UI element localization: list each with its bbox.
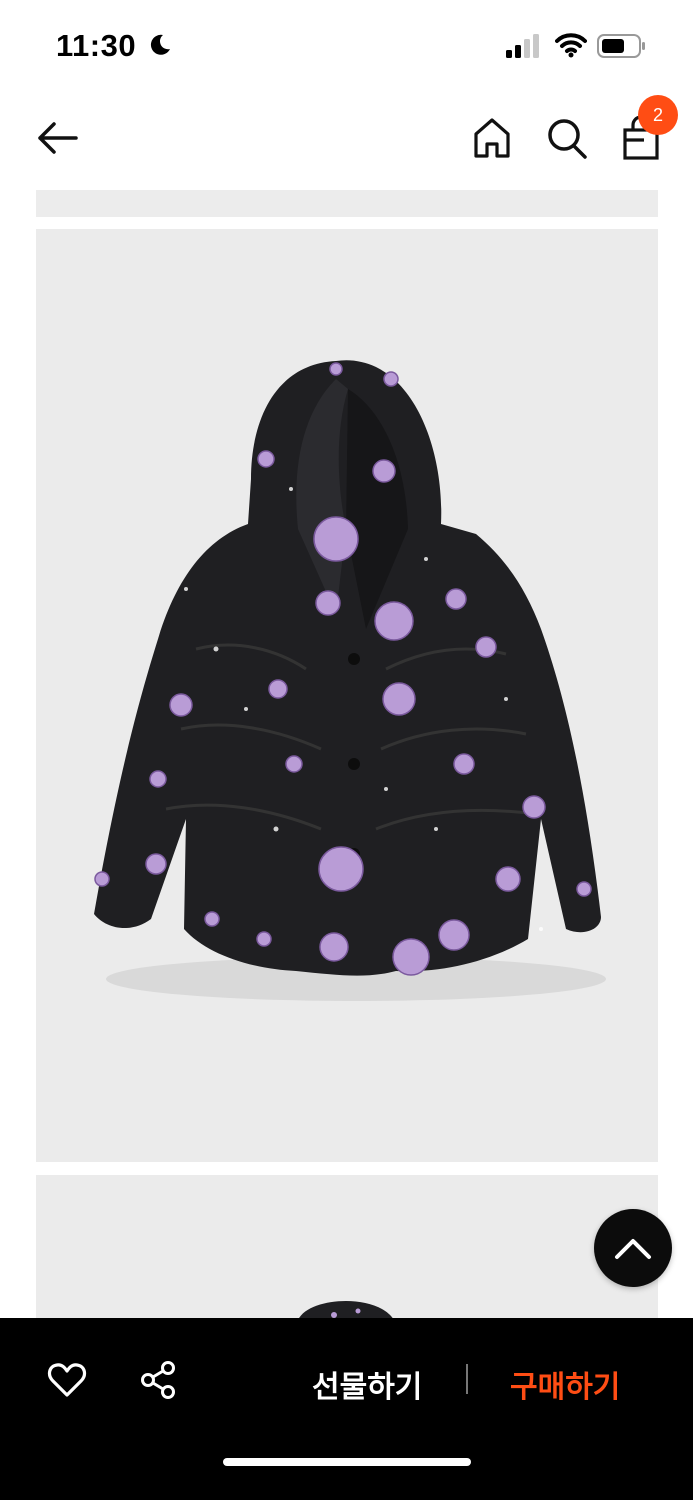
scroll-to-top-button[interactable] — [594, 1209, 672, 1287]
next-image-preview — [298, 1301, 394, 1320]
chevron-up-icon — [615, 1239, 651, 1259]
home-indicator[interactable] — [223, 1458, 471, 1466]
action-divider — [466, 1364, 468, 1394]
puffer-jacket-illustration — [94, 360, 606, 1001]
buy-button[interactable]: 구매하기 — [510, 1362, 620, 1406]
status-time: 11:30 — [56, 28, 137, 63]
battery-icon — [597, 34, 645, 58]
previous-image-strip — [36, 190, 658, 217]
back-arrow-icon[interactable] — [34, 118, 80, 158]
cart-count-badge: 2 — [638, 95, 678, 135]
signal-icon — [506, 34, 539, 58]
status-bar: 11:30 — [0, 0, 693, 92]
bottom-action-bar: 선물하기 구매하기 — [0, 1318, 693, 1500]
share-icon[interactable] — [138, 1360, 180, 1400]
next-image-strip — [36, 1175, 658, 1325]
gift-button[interactable]: 선물하기 — [312, 1362, 422, 1406]
product-image[interactable] — [36, 229, 658, 1162]
home-icon[interactable] — [472, 116, 512, 160]
heart-icon[interactable] — [47, 1360, 87, 1400]
search-icon[interactable] — [546, 116, 588, 160]
moon-icon — [150, 34, 170, 55]
top-navigation — [0, 100, 693, 180]
wifi-icon — [555, 33, 587, 58]
